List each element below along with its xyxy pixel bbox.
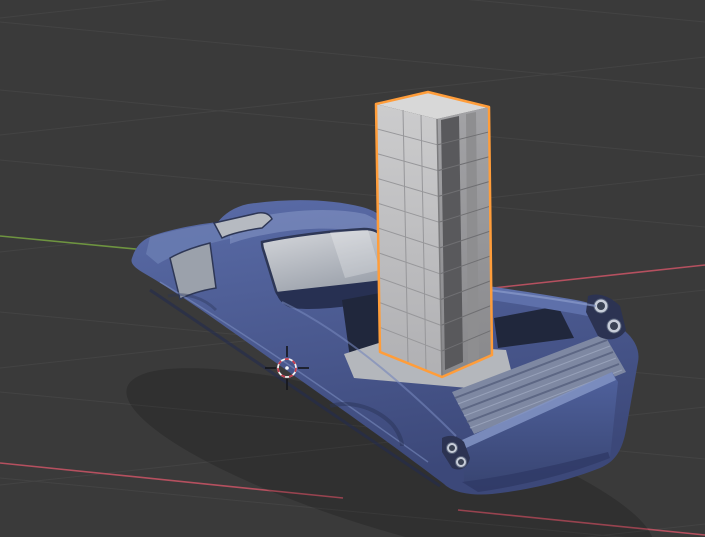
box-stack-object[interactable]	[374, 90, 494, 379]
blender-3d-viewport[interactable]	[0, 0, 705, 537]
viewport-canvas[interactable]	[0, 0, 705, 537]
cursor-center-dot	[285, 366, 289, 370]
box-face-left[interactable]	[376, 104, 442, 377]
